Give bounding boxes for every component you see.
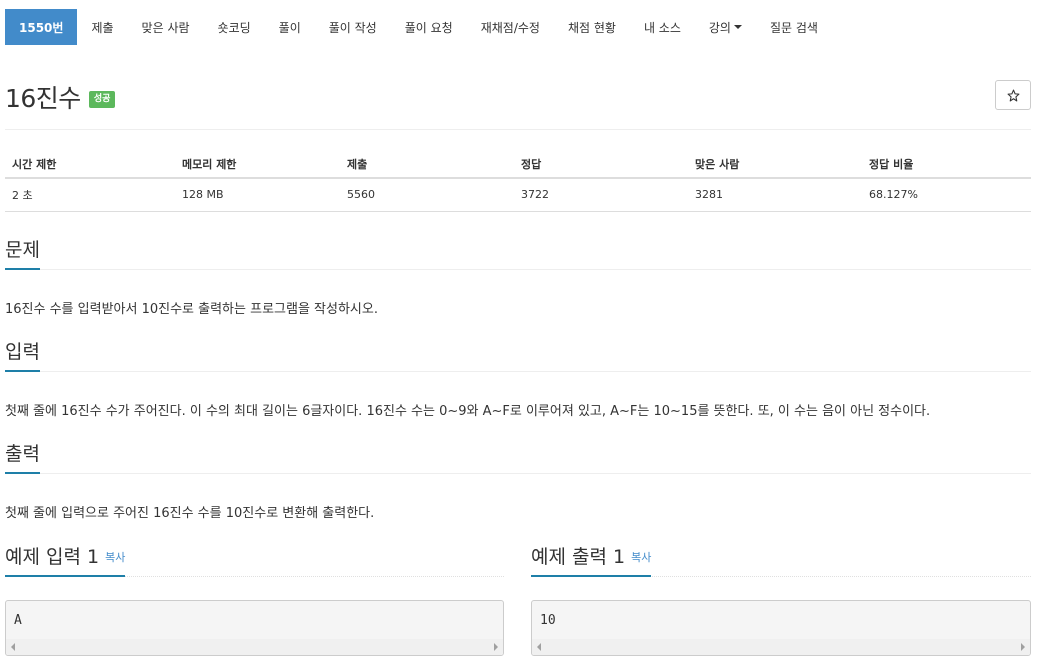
input-section-header: 입력 bbox=[5, 340, 1031, 372]
nav-my-source[interactable]: 내 소스 bbox=[630, 9, 695, 45]
stats-value-accepted: 3722 bbox=[514, 178, 688, 212]
nav-solution-label: 풀이 bbox=[278, 20, 301, 35]
sample-input-header: 예제 입력 1 복사 bbox=[5, 545, 504, 577]
nav-submit[interactable]: 제출 bbox=[77, 9, 127, 45]
nav-solved-users-label: 맞은 사람 bbox=[141, 20, 190, 35]
stats-header-ratio: 정답 비율 bbox=[862, 150, 1031, 179]
nav-question-search-label: 질문 검색 bbox=[769, 20, 818, 35]
favorite-button[interactable] bbox=[995, 80, 1031, 110]
scroll-right-icon[interactable] bbox=[1021, 643, 1025, 651]
nav-problem-number-label: 1550번 bbox=[19, 20, 64, 35]
scroll-left-icon[interactable] bbox=[11, 643, 15, 651]
sample-output-value: 10 bbox=[540, 613, 556, 628]
caret-down-icon bbox=[733, 25, 742, 29]
stats-value-memory: 128 MB bbox=[175, 178, 340, 212]
stats-value-row: 2 초 128 MB 5560 3722 3281 68.127% bbox=[5, 178, 1031, 212]
stats-header-accepted: 정답 bbox=[514, 150, 688, 179]
output-heading: 출력 bbox=[5, 442, 40, 474]
nav-request-solution[interactable]: 풀이 요청 bbox=[391, 9, 467, 45]
problem-heading: 문제 bbox=[5, 238, 40, 270]
sample-output-title: 예제 출력 1 bbox=[531, 546, 626, 568]
stats-value-solved-users: 3281 bbox=[688, 178, 862, 212]
output-description: 첫째 줄에 입력으로 주어진 16진수 수를 10진수로 변환해 출력한다. bbox=[5, 506, 375, 521]
sample-input-value: A bbox=[14, 613, 22, 628]
input-description: 첫째 줄에 16진수 수가 주어진다. 이 수의 최대 길이는 6글자이다. 1… bbox=[5, 404, 931, 419]
status-badge: 성공 bbox=[88, 90, 116, 108]
stats-header-submissions: 제출 bbox=[340, 150, 514, 179]
nav-write-solution-label: 풀이 작성 bbox=[328, 20, 377, 35]
sample-input-box[interactable]: A bbox=[5, 600, 504, 656]
stats-header-time: 시간 제한 bbox=[5, 150, 175, 179]
nav-short-coding-label: 숏코딩 bbox=[217, 20, 251, 35]
page-title: 16진수 bbox=[5, 84, 81, 113]
nav-short-coding[interactable]: 숏코딩 bbox=[204, 9, 265, 45]
stats-value-time: 2 초 bbox=[5, 178, 175, 212]
nav-rejudge-label: 재채점/수정 bbox=[480, 20, 540, 35]
title-row: 16진수 성공 bbox=[5, 80, 116, 114]
nav-submit-label: 제출 bbox=[91, 20, 114, 35]
nav-lecture-label: 강의 bbox=[708, 20, 731, 35]
nav-status[interactable]: 채점 현황 bbox=[554, 9, 630, 45]
stats-header-solved-users: 맞은 사람 bbox=[688, 150, 862, 179]
stats-header-row: 시간 제한 메모리 제한 제출 정답 맞은 사람 정답 비율 bbox=[5, 150, 1031, 179]
scroll-left-icon[interactable] bbox=[537, 643, 541, 651]
sample-input-heading: 예제 입력 1 복사 bbox=[5, 545, 126, 577]
nav-problem-number[interactable]: 1550번 bbox=[5, 9, 78, 45]
sample-output-heading: 예제 출력 1 복사 bbox=[531, 545, 652, 577]
problem-section-header: 문제 bbox=[5, 238, 1031, 270]
title-divider bbox=[5, 129, 1031, 130]
sample-output-header: 예제 출력 1 복사 bbox=[531, 545, 1031, 577]
nav-write-solution[interactable]: 풀이 작성 bbox=[315, 9, 391, 45]
nav-my-source-label: 내 소스 bbox=[643, 20, 681, 35]
problem-nav: 1550번 제출 맞은 사람 숏코딩 풀이 풀이 작성 풀이 요청 재채점/수정 채점 현황 내 … bbox=[5, 9, 832, 45]
stats-value-submissions: 5560 bbox=[340, 178, 514, 212]
nav-request-solution-label: 풀이 요청 bbox=[404, 20, 453, 35]
star-icon bbox=[1007, 89, 1019, 101]
stats-header-memory: 메모리 제한 bbox=[175, 150, 340, 179]
nav-lecture[interactable]: 강의 bbox=[695, 9, 756, 45]
problem-stats-table: 시간 제한 메모리 제한 제출 정답 맞은 사람 정답 비율 2 초 128 M… bbox=[5, 150, 1031, 212]
nav-solution[interactable]: 풀이 bbox=[265, 9, 315, 45]
sample-output-box[interactable]: 10 bbox=[531, 600, 1031, 656]
sample-input-title: 예제 입력 1 bbox=[5, 546, 100, 568]
input-heading: 입력 bbox=[5, 340, 40, 372]
problem-description: 16진수 수를 입력받아서 10진수로 출력하는 프로그램을 작성하시오. bbox=[5, 302, 378, 317]
nav-solved-users[interactable]: 맞은 사람 bbox=[128, 9, 204, 45]
copy-input-button[interactable]: 복사 bbox=[105, 551, 125, 564]
sample-input-scrollbar[interactable] bbox=[6, 639, 503, 655]
nav-rejudge[interactable]: 재채점/수정 bbox=[467, 9, 554, 45]
copy-output-button[interactable]: 복사 bbox=[631, 551, 651, 564]
scroll-right-icon[interactable] bbox=[494, 643, 498, 651]
output-section-header: 출력 bbox=[5, 442, 1031, 474]
nav-status-label: 채점 현황 bbox=[567, 20, 616, 35]
nav-question-search[interactable]: 질문 검색 bbox=[756, 9, 832, 45]
stats-value-ratio: 68.127% bbox=[862, 178, 1031, 212]
sample-output-scrollbar[interactable] bbox=[532, 639, 1030, 655]
